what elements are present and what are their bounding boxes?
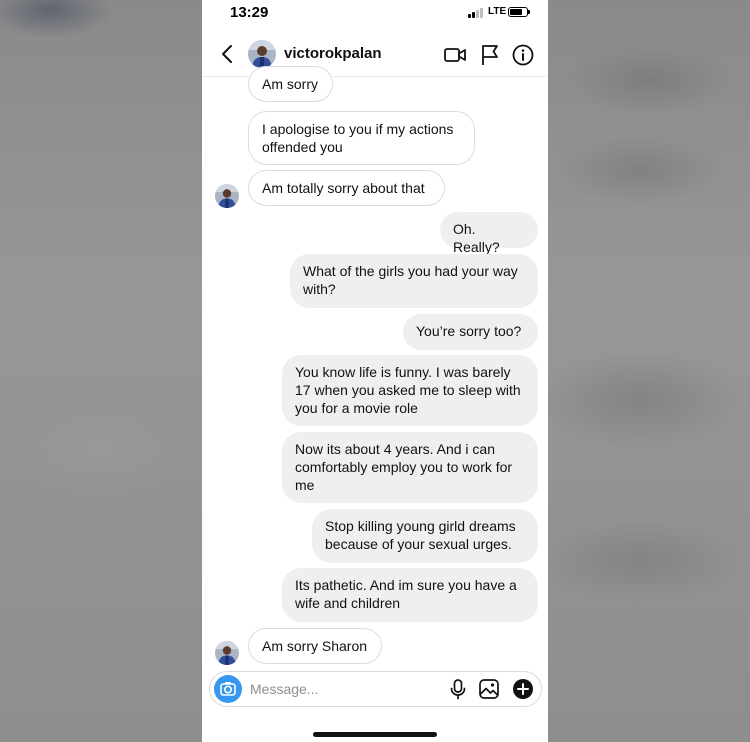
- message-bubble-sent: Oh. Really?: [440, 212, 538, 255]
- phone-screen: 13:29 LTE victorokpalan Am sorry I apolo…: [202, 0, 548, 742]
- message-text: Am sorry: [262, 76, 318, 92]
- avatar-image: [215, 184, 239, 208]
- battery-icon: [508, 7, 530, 17]
- message-thread[interactable]: Am sorry I apologise to you if my action…: [202, 66, 548, 667]
- message-composer: [209, 671, 542, 707]
- message-text: You’re sorry too?: [416, 323, 522, 339]
- home-indicator: [313, 732, 437, 737]
- message-bubble-received: Am sorry Sharon: [248, 628, 382, 664]
- sender-avatar[interactable]: [215, 184, 239, 208]
- message-bubble-sent: What of the girls you had your way with?: [290, 254, 538, 308]
- message-bubble-received: Am totally sorry about that: [248, 170, 445, 206]
- chat-username[interactable]: victorokpalan: [284, 45, 382, 62]
- status-bar: 13:29 LTE: [202, 0, 548, 26]
- network-type: LTE: [488, 6, 507, 17]
- profile-avatar[interactable]: [248, 40, 276, 68]
- avatar-image: [215, 641, 239, 665]
- message-bubble-sent: Stop killing young girld dreams because …: [312, 509, 538, 563]
- message-text: I apologise to you if my actions offende…: [262, 121, 454, 155]
- gallery-icon[interactable]: [478, 678, 500, 700]
- message-bubble-sent: You know life is funny. I was barely 17 …: [282, 355, 538, 426]
- avatar-image: [248, 40, 276, 68]
- message-text: Am sorry Sharon: [262, 638, 368, 654]
- flag-icon[interactable]: [478, 43, 502, 67]
- status-time: 13:29: [230, 4, 269, 21]
- message-text: What of the girls you had your way with?: [303, 263, 518, 297]
- message-text: Stop killing young girld dreams because …: [325, 518, 516, 552]
- camera-icon: [220, 682, 236, 696]
- sender-avatar[interactable]: [215, 641, 239, 665]
- message-bubble-received: I apologise to you if my actions offende…: [248, 111, 475, 165]
- message-bubble-sent: Now its about 4 years. And i can comfort…: [282, 432, 538, 503]
- plus-icon[interactable]: [512, 678, 534, 700]
- video-call-icon[interactable]: [443, 43, 467, 67]
- message-text: Now its about 4 years. And i can comfort…: [295, 441, 513, 493]
- message-text: Its pathetic. And im sure you have a wif…: [295, 577, 517, 611]
- message-input[interactable]: [250, 679, 430, 699]
- message-text: You know life is funny. I was barely 17 …: [295, 364, 521, 416]
- message-text: Oh. Really?: [453, 221, 500, 255]
- message-bubble-sent: You’re sorry too?: [403, 314, 538, 350]
- message-text: Am totally sorry about that: [262, 180, 425, 196]
- message-bubble-received: Am sorry: [248, 66, 333, 102]
- signal-icon: [468, 8, 486, 18]
- camera-button[interactable]: [214, 675, 242, 703]
- back-button[interactable]: [218, 43, 238, 65]
- microphone-icon[interactable]: [447, 678, 469, 700]
- chevron-left-icon: [222, 45, 232, 63]
- info-icon[interactable]: [511, 43, 535, 67]
- message-bubble-sent: Its pathetic. And im sure you have a wif…: [282, 568, 538, 622]
